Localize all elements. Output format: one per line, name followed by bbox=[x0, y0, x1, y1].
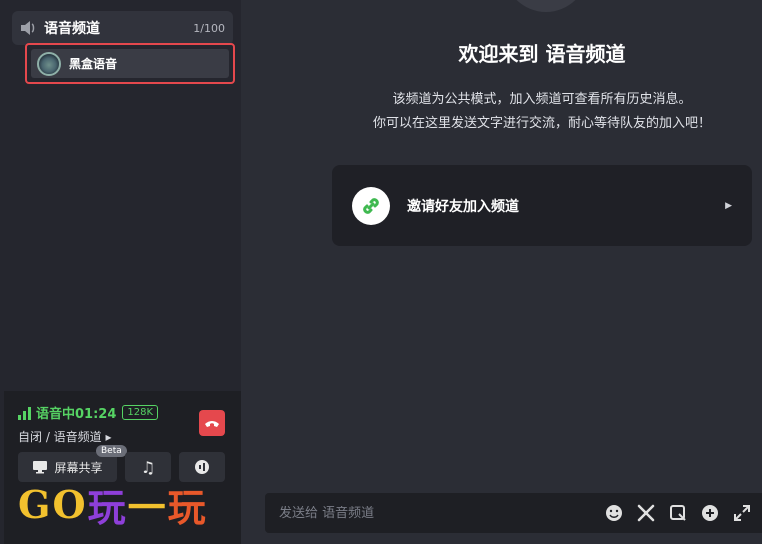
voice-panel: 语音中01:24 128K 自闭 / 语音频道 ▸ 屏幕共享 Beta ♫ GO… bbox=[4, 391, 241, 544]
channel-member-count: 1/100 bbox=[193, 21, 225, 35]
monitor-icon bbox=[33, 461, 48, 474]
voice-status: 语音中01:24 128K bbox=[18, 403, 159, 422]
welcome-desc-line1: 该频道为公共模式，加入频道可查看所有历史消息。 bbox=[392, 92, 692, 107]
screenshot-icon[interactable] bbox=[668, 503, 688, 523]
channel-banner-circle bbox=[504, 0, 588, 12]
avatar bbox=[37, 51, 61, 76]
voice-status-text: 语音中01:24 bbox=[36, 407, 117, 422]
message-input-bar bbox=[265, 493, 762, 533]
voice-effect-icon bbox=[195, 460, 209, 474]
signal-icon bbox=[18, 406, 31, 420]
user-name: 黑盒语音 bbox=[69, 57, 118, 71]
invite-label: 邀请好友加入频道 bbox=[407, 198, 519, 215]
voice-channel-header[interactable]: 语音频道 1/100 bbox=[12, 11, 233, 45]
welcome-desc-line2: 你可以在这里发送文字进行交流，耐心等待队友的加入吧！ bbox=[372, 116, 711, 131]
link-icon bbox=[352, 186, 390, 225]
invite-friends-card[interactable]: 邀请好友加入频道 ▶ bbox=[332, 165, 752, 246]
watermark-logo: GO 玩一玩 bbox=[18, 481, 208, 530]
add-icon[interactable] bbox=[700, 503, 720, 523]
channel-name: 语音频道 bbox=[44, 21, 100, 37]
hangup-button[interactable] bbox=[199, 410, 225, 436]
crossed-tools-icon[interactable] bbox=[636, 503, 656, 523]
expand-icon[interactable] bbox=[732, 503, 752, 523]
voice-channel-path[interactable]: 自闭 / 语音频道 ▸ bbox=[18, 428, 112, 445]
welcome-description: 该频道为公共模式，加入频道可查看所有历史消息。 你可以在这里发送文字进行交流，耐… bbox=[332, 88, 752, 136]
welcome-title: 欢迎来到 语音频道 bbox=[458, 42, 626, 66]
beta-badge: Beta bbox=[96, 445, 127, 457]
message-input[interactable] bbox=[279, 505, 604, 521]
emoji-icon[interactable] bbox=[604, 503, 624, 523]
bitrate-badge: 128K bbox=[122, 405, 159, 420]
chevron-right-icon: ▶ bbox=[725, 200, 732, 211]
phone-hangup-icon bbox=[205, 421, 219, 427]
music-note-icon: ♫ bbox=[140, 457, 156, 477]
speaker-icon bbox=[21, 21, 35, 35]
screen-share-label: 屏幕共享 bbox=[54, 460, 103, 475]
channel-user-item[interactable]: 黑盒语音 bbox=[25, 43, 235, 84]
